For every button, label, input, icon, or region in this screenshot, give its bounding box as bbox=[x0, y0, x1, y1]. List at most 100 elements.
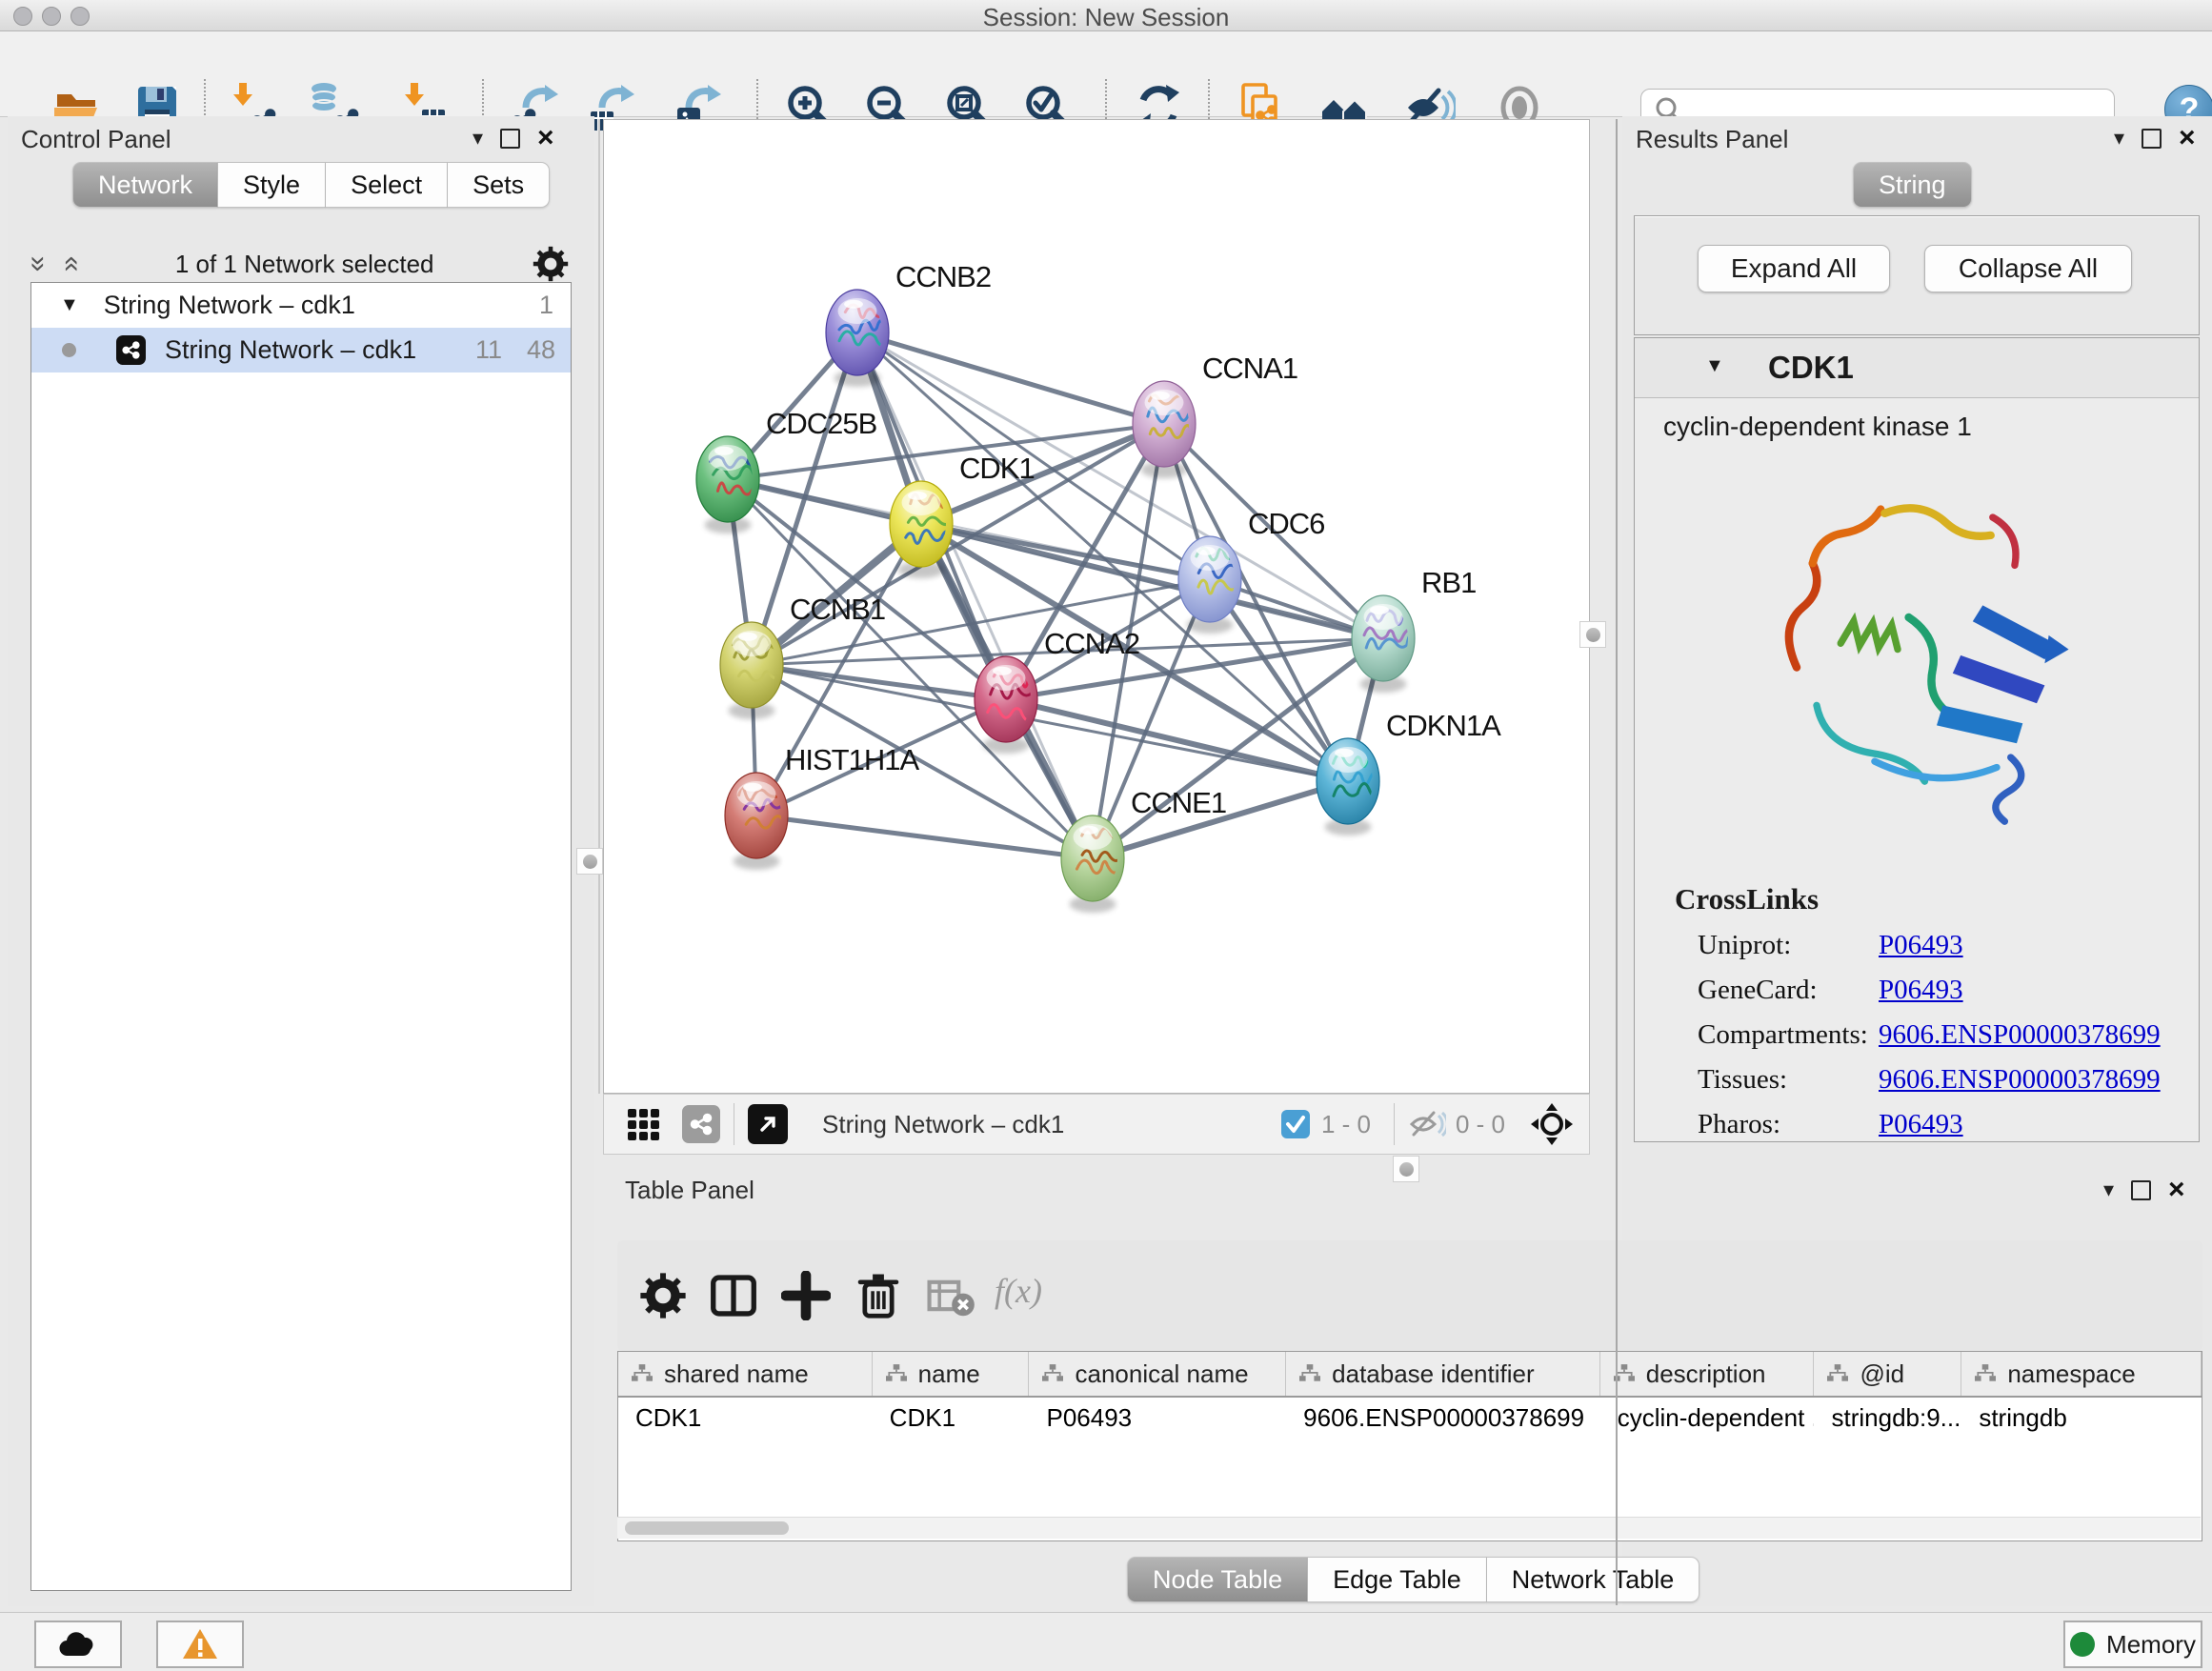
function-builder-icon[interactable]: f(x) bbox=[995, 1271, 1080, 1320]
network-collection-row[interactable]: ▼ String Network – cdk1 1 bbox=[31, 283, 571, 328]
node-label: CDC6 bbox=[1248, 507, 1324, 540]
column-header-name[interactable]: name bbox=[873, 1352, 1030, 1396]
panel-float-icon[interactable] bbox=[500, 129, 520, 149]
left-splitter-handle[interactable] bbox=[576, 848, 603, 875]
table-horizontal-scrollbar bbox=[617, 1517, 2201, 1539]
network-node[interactable]: CDC6 bbox=[1178, 507, 1324, 634]
tab-string[interactable]: String bbox=[1853, 162, 1972, 208]
control-panel-title: Control Panel bbox=[21, 125, 171, 154]
show-columns-icon[interactable] bbox=[709, 1271, 758, 1320]
panel-menu-icon[interactable]: ▾ bbox=[2114, 126, 2124, 151]
collapse-all-icon[interactable]: » bbox=[29, 256, 48, 272]
crosslink-link[interactable]: 9606.ENSP00000378699 bbox=[1879, 1064, 2161, 1096]
tab-edge-table[interactable]: Edge Table bbox=[1308, 1557, 1487, 1602]
panel-menu-icon[interactable]: ▾ bbox=[2103, 1178, 2114, 1202]
network-selection-summary: 1 of 1 Network selected bbox=[77, 250, 532, 279]
collapse-all-button[interactable]: Collapse All bbox=[1924, 245, 2132, 292]
network-edge[interactable] bbox=[857, 332, 1093, 858]
panel-close-icon[interactable]: × bbox=[2168, 1180, 2185, 1199]
panel-float-icon[interactable] bbox=[2142, 129, 2162, 149]
title-bar: Session: New Session bbox=[0, 0, 2212, 31]
panel-float-icon[interactable] bbox=[2131, 1180, 2151, 1200]
network-view-icon[interactable] bbox=[682, 1105, 720, 1143]
column-header-canonical-name[interactable]: canonical name bbox=[1029, 1352, 1286, 1396]
crosslink-link[interactable]: 9606.ENSP00000378699 bbox=[1879, 1019, 2161, 1051]
network-edge[interactable] bbox=[1006, 699, 1348, 781]
hidden-eye-icon[interactable] bbox=[1408, 1108, 1446, 1140]
delete-table-icon[interactable] bbox=[926, 1271, 975, 1320]
column-header-shared-name[interactable]: shared name bbox=[618, 1352, 873, 1396]
network-tree: ▼ String Network – cdk1 1 String Network… bbox=[30, 282, 572, 1591]
grid-view-icon[interactable] bbox=[625, 1106, 661, 1142]
expand-all-button[interactable]: Expand All bbox=[1698, 245, 1890, 292]
crosslink-label: GeneCard: bbox=[1698, 975, 1879, 1006]
node-label: CDK1 bbox=[959, 452, 1035, 485]
tab-network[interactable]: Network bbox=[72, 162, 218, 208]
panel-close-icon[interactable]: × bbox=[2179, 129, 2196, 148]
add-column-icon[interactable] bbox=[781, 1271, 831, 1320]
right-splitter[interactable] bbox=[1616, 119, 1618, 1605]
network-edge[interactable] bbox=[857, 332, 1164, 424]
right-splitter-handle[interactable] bbox=[1579, 621, 1606, 648]
gene-section-header[interactable]: ▼ CDK1 bbox=[1635, 338, 2199, 398]
network-icon bbox=[116, 335, 146, 365]
node-label: RB1 bbox=[1421, 566, 1476, 599]
column-header--id[interactable]: @id bbox=[1814, 1352, 1961, 1396]
panel-menu-icon[interactable]: ▾ bbox=[473, 126, 483, 151]
network-node[interactable]: CCNA1 bbox=[1133, 352, 1297, 478]
birdseye-crosshair-icon[interactable] bbox=[1530, 1102, 1574, 1146]
network-node[interactable]: CDKN1A bbox=[1317, 709, 1501, 836]
network-edge[interactable] bbox=[756, 815, 1093, 858]
table-panel-title: Table Panel bbox=[625, 1176, 754, 1205]
network-node[interactable]: CCNE1 bbox=[1061, 786, 1226, 913]
left-splitter[interactable] bbox=[598, 119, 600, 1094]
delete-column-trash-icon[interactable] bbox=[854, 1271, 903, 1320]
crosslink-link[interactable]: P06493 bbox=[1879, 975, 1963, 1006]
crosslink-link[interactable]: P06493 bbox=[1879, 930, 1963, 961]
network-canvas[interactable]: CCNB2CCNA1CDC25BCDK1CDC6RB1CCNB1CCNA2CDK… bbox=[603, 119, 1590, 1094]
disclosure-triangle-icon[interactable]: ▼ bbox=[1705, 355, 1724, 377]
disclosure-triangle-icon[interactable]: ▼ bbox=[60, 294, 79, 316]
expand-all-icon[interactable]: » bbox=[60, 256, 79, 272]
tab-select[interactable]: Select bbox=[326, 162, 448, 208]
view-network-title: String Network – cdk1 bbox=[822, 1110, 1064, 1139]
column-header-database-identifier[interactable]: database identifier bbox=[1286, 1352, 1600, 1396]
table-row[interactable]: CDK1CDK1P064939606.ENSP00000378699cyclin… bbox=[618, 1398, 2202, 1439]
tab-sets[interactable]: Sets bbox=[448, 162, 550, 208]
tab-style[interactable]: Style bbox=[218, 162, 326, 208]
cloud-icon bbox=[57, 1630, 99, 1659]
cloud-button[interactable] bbox=[34, 1621, 122, 1668]
horizontal-splitter-handle[interactable] bbox=[1393, 1156, 1419, 1182]
network-row[interactable]: String Network – cdk1 11 48 bbox=[31, 328, 571, 372]
memory-label: Memory bbox=[2106, 1630, 2196, 1660]
warning-button[interactable] bbox=[156, 1621, 244, 1668]
protein-structure-image bbox=[1745, 457, 2088, 857]
column-header-description[interactable]: description bbox=[1600, 1352, 1815, 1396]
node-label: CCNE1 bbox=[1131, 786, 1226, 819]
table-cell: stringdb bbox=[1961, 1398, 2202, 1439]
column-header-namespace[interactable]: namespace bbox=[1961, 1352, 2202, 1396]
warning-icon bbox=[181, 1627, 219, 1661]
main-toolbar: ? bbox=[0, 31, 2212, 117]
tab-node-table[interactable]: Node Table bbox=[1127, 1557, 1308, 1602]
node-count: 11 bbox=[475, 335, 502, 365]
panel-close-icon[interactable]: × bbox=[537, 129, 554, 148]
string-controls-box: Expand All Collapse All bbox=[1634, 215, 2200, 335]
gear-icon[interactable] bbox=[532, 245, 570, 283]
memory-button[interactable]: Memory bbox=[2063, 1621, 2202, 1668]
network-view-toolbar: String Network – cdk1 1 - 0 0 - 0 bbox=[603, 1094, 1590, 1155]
crosslink-link[interactable]: P06493 bbox=[1879, 1109, 1963, 1140]
scrollbar-thumb[interactable] bbox=[625, 1521, 789, 1535]
open-external-icon[interactable] bbox=[748, 1104, 788, 1144]
table-tabs: Node TableEdge TableNetwork Table bbox=[1127, 1557, 1699, 1602]
control-panel: Control Panel ▾ × NetworkStyleSelectSets… bbox=[8, 116, 594, 1606]
table-cell: cyclin-dependent ... bbox=[1600, 1398, 1815, 1439]
network-node[interactable]: RB1 bbox=[1352, 566, 1476, 693]
status-bar: Memory bbox=[0, 1612, 2212, 1671]
network-edge[interactable] bbox=[857, 332, 1383, 638]
table-cell: stringdb:9... bbox=[1814, 1398, 1961, 1439]
tab-network-table[interactable]: Network Table bbox=[1487, 1557, 1700, 1602]
table-settings-gear-icon[interactable] bbox=[638, 1271, 688, 1320]
selected-checkbox-icon[interactable] bbox=[1279, 1108, 1312, 1140]
crosslinks-heading: CrossLinks bbox=[1675, 882, 2199, 916]
